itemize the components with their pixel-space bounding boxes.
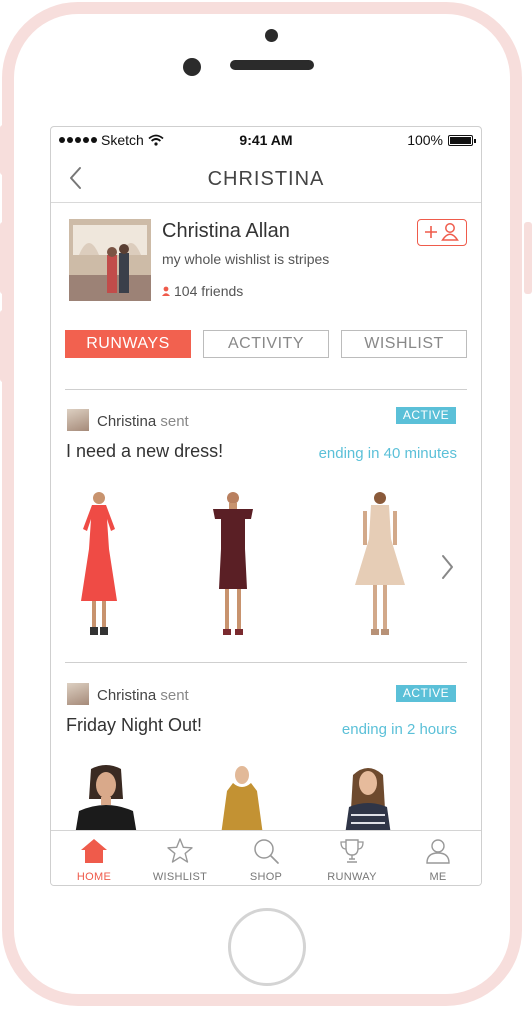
chevron-right-icon[interactable] [437,553,457,581]
sender-line: Christina sent [97,687,189,704]
tab-bar-label: HOME [76,871,112,883]
tab-bar-label: RUNWAY [327,871,377,883]
runway-post[interactable]: Christina sent ACTIVE Friday Night Out! … [51,683,481,835]
proximity-sensor [265,29,278,42]
sender-line: Christina sent [97,413,189,430]
person-icon [162,286,170,296]
product-image[interactable] [349,489,411,639]
side-button [0,222,8,294]
page-title: CHRISTINA [207,168,325,190]
sender-name: Christina [97,413,157,430]
user-icon [426,839,450,864]
post-title: I need a new dress! [66,441,224,461]
profile-photo[interactable] [69,219,151,301]
product-image[interactable] [73,765,139,835]
earpiece-speaker [230,60,314,70]
battery-icon [448,134,476,146]
sender-avatar [67,683,89,705]
divider [65,389,467,390]
add-friend-button[interactable] [417,219,467,246]
status-bar: Sketch 9:41 AM 100% [51,127,481,153]
battery-percent: 100% [407,132,443,148]
tab-bar-label: SHOP [249,871,283,883]
sender-avatar [67,409,89,431]
status-right: 100% [407,132,476,148]
product-image[interactable] [205,489,261,639]
friends-count-label: 104 friends [174,283,244,299]
status-badge: ACTIVE [396,685,456,702]
tab-bar-runway[interactable]: RUNWAY [309,831,395,885]
status-badge: ACTIVE [396,407,456,424]
tab-runways[interactable]: RUNWAYS [65,330,191,358]
home-icon [81,839,107,863]
app-screen: Sketch 9:41 AM 100% CHRISTINA Christina … [50,126,482,886]
profile-name: Christina Allan [162,220,290,242]
side-button [0,125,8,175]
add-friend-icon [425,223,459,241]
front-camera [183,58,201,76]
profile-photo-image [69,219,151,301]
runway-post[interactable]: Christina sent ACTIVE I need a new dress… [51,407,481,657]
sender-verb: sent [160,687,189,704]
product-image[interactable] [71,489,127,639]
trophy-icon [340,839,364,863]
product-image[interactable] [217,765,267,835]
search-icon [254,839,279,864]
divider [65,662,467,663]
home-button[interactable] [228,908,306,986]
sender-name: Christina [97,687,157,704]
tab-bar-home[interactable]: HOME [51,831,137,885]
bottom-tab-bar: HOME WISHLIST SHOP RUNWAY ME [51,830,481,885]
sender-verb: sent [160,413,189,430]
tab-wishlist[interactable]: WISHLIST [341,330,467,358]
tab-bar-wishlist[interactable]: WISHLIST [137,831,223,885]
post-ending-time: ending in 40 minutes [318,445,457,462]
tab-bar-label: ME [429,871,447,883]
post-ending-time: ending in 2 hours [341,721,457,738]
friends-count[interactable]: 104 friends [162,283,243,299]
side-button [524,222,532,294]
navigation-bar: CHRISTINA [51,153,481,203]
star-icon [167,838,193,863]
post-title: Friday Night Out! [66,715,203,735]
back-chevron-icon[interactable] [65,165,89,191]
tab-bar-label: WISHLIST [152,871,208,883]
tab-bar-me[interactable]: ME [395,831,481,885]
tab-activity[interactable]: ACTIVITY [203,330,329,358]
tab-bar-shop[interactable]: SHOP [223,831,309,885]
product-image[interactable] [341,765,395,835]
profile-bio: my whole wishlist is stripes [162,251,330,267]
side-button [0,310,8,382]
